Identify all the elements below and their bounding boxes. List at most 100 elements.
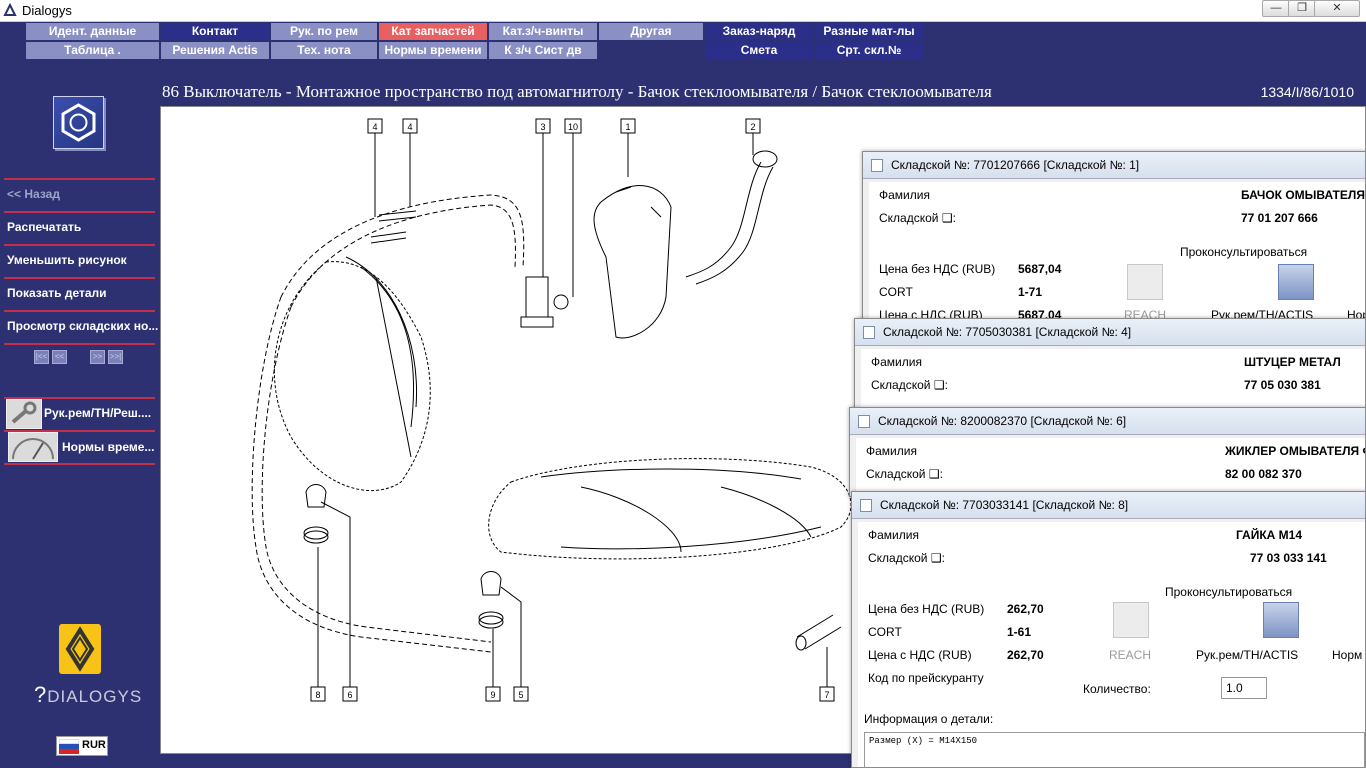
clock-icon: [8, 432, 58, 462]
menu-estimate[interactable]: Смета: [705, 42, 813, 59]
app-icon: [3, 3, 17, 16]
dialogys-logo: ?DIALOGYS: [34, 682, 143, 707]
menu-ident-data[interactable]: Идент. данные: [26, 23, 159, 40]
menu-other[interactable]: Другая: [599, 23, 703, 40]
part-dialog-3[interactable]: Складской №: 8200082370 [Складской №: 6]…: [849, 407, 1366, 497]
cort-value: 1-61: [1007, 625, 1032, 639]
wrench-icon[interactable]: [1263, 602, 1299, 638]
reference-code: 1334/I/86/1010: [1260, 84, 1354, 100]
quantity-input[interactable]: 1.0: [1221, 677, 1267, 699]
menu-parts-catalog[interactable]: Кат запчастей: [379, 23, 487, 40]
show-details-button[interactable]: Показать детали: [7, 286, 107, 300]
callout-4a[interactable]: 4: [372, 122, 377, 132]
family-label: Фамилия: [868, 528, 919, 542]
zoom-out-button[interactable]: Уменьшить рисунок: [7, 253, 127, 267]
info-label: Информация о детали:: [864, 712, 994, 726]
menu-repair-manual[interactable]: Рук. по рем: [271, 23, 377, 40]
callout-3[interactable]: 3: [540, 122, 545, 132]
family-label: Фамилия: [871, 355, 922, 369]
minimize-button[interactable]: —: [1262, 0, 1290, 17]
stock-value: 77 05 030 381: [1244, 378, 1321, 392]
menu-engine-parts[interactable]: К з/ч Сист дв: [489, 42, 597, 59]
stock-label: Складской ❑:: [871, 378, 948, 392]
cort-label: CORT: [868, 625, 902, 639]
callout-7[interactable]: 7: [824, 690, 829, 700]
maximize-button[interactable]: ❐: [1288, 0, 1316, 17]
last-page-button[interactable]: >>|: [108, 350, 123, 364]
java-cup-icon: [860, 499, 872, 512]
price-code-label: Код по прейскуранту: [868, 671, 984, 685]
part-dialog-4[interactable]: Складской №: 7703033141 [Складской №: 8]…: [851, 491, 1366, 768]
dialogys-wordmark: DIALOGYS: [47, 687, 143, 706]
wrench-icon: [6, 399, 42, 429]
close-button[interactable]: ✕: [1314, 0, 1360, 17]
stock-label: Складской ❑:: [868, 551, 945, 565]
reach-icon[interactable]: [1127, 264, 1163, 300]
wrench-icon[interactable]: [1278, 264, 1314, 300]
shortcut-time-norms[interactable]: Нормы време...: [62, 440, 154, 454]
dialog-title: Складской №: 7701207666 [Складской №: 1]: [891, 158, 1140, 172]
shortcut-repair-manual[interactable]: Рук.рем/ТН/Реш....: [44, 406, 151, 420]
stock-label: Складской ❑:: [866, 467, 943, 481]
menu-table[interactable]: Таблица .: [26, 42, 159, 59]
consult-label: Проконсультироваться: [1165, 585, 1293, 599]
renault-logo: [59, 624, 101, 674]
dialog-title: Складской №: 8200082370 [Складской №: 6]: [878, 414, 1127, 428]
part-dialog-1[interactable]: Складской №: 7701207666 [Складской №: 1]…: [862, 151, 1366, 321]
family-value: ШТУЦЕР МЕТАЛ: [1244, 355, 1341, 369]
callout-5[interactable]: 5: [518, 690, 523, 700]
reach-label: REACH: [1109, 648, 1152, 662]
stock-value: 77 01 207 666: [1241, 211, 1318, 225]
callout-10[interactable]: 10: [568, 122, 578, 132]
price-vat-value: 262,70: [1007, 648, 1044, 662]
prev-page-button[interactable]: <<: [52, 350, 67, 364]
price-no-vat-value: 262,70: [1007, 602, 1044, 616]
manual-label: Рук.рем/ТН/ACTIS: [1196, 648, 1299, 662]
title-bar: Dialogys — ❐ ✕: [0, 0, 1366, 22]
callout-8[interactable]: 8: [315, 690, 320, 700]
currency-label: RUR: [82, 739, 106, 751]
print-button[interactable]: Распечатать: [7, 220, 81, 234]
first-page-button[interactable]: |<<: [34, 350, 49, 364]
menu-sort-stock[interactable]: Срт. скл.№: [815, 42, 923, 59]
stock-label: Складской ❑:: [879, 211, 956, 225]
menu-work-order[interactable]: Заказ-наряд: [705, 23, 813, 40]
currency-selector[interactable]: RUR: [56, 736, 108, 756]
hex-logo-icon: [53, 96, 104, 149]
callout-4b[interactable]: 4: [407, 122, 412, 132]
family-value: ЖИКЛЕР ОМЫВАТЕЛЯ Ф: [1225, 444, 1366, 458]
reach-icon[interactable]: [1113, 602, 1149, 638]
family-label: Фамилия: [866, 444, 917, 458]
menu-parts-screws[interactable]: Кат.з/ч-винты: [489, 23, 597, 40]
quantity-label: Количество:: [1083, 682, 1151, 696]
next-page-button[interactable]: >>: [90, 350, 105, 364]
price-no-vat-value: 5687,04: [1018, 262, 1062, 276]
stock-value: 77 03 033 141: [1250, 551, 1327, 565]
price-vat-label: Цена с НДС (RUB): [868, 648, 972, 662]
price-no-vat-label: Цена без НДС (RUB): [868, 602, 985, 616]
dialog-title: Складской №: 7703033141 [Складской №: 8]: [880, 498, 1129, 512]
menu-misc-materials[interactable]: Разные мат-лы: [815, 23, 923, 40]
callout-1[interactable]: 1: [625, 122, 630, 132]
menu-time-norms[interactable]: Нормы времени: [379, 42, 487, 59]
info-textarea[interactable]: Размер (X) = M14X150: [864, 732, 1365, 767]
russian-flag-icon: [59, 739, 79, 754]
menu-actis-solutions[interactable]: Решения Actis: [161, 42, 269, 59]
family-value: ГАЙКА М14: [1236, 528, 1303, 542]
norms-label: Норм: [1332, 648, 1363, 662]
view-stock-numbers-button[interactable]: Просмотр складских но...: [7, 319, 158, 333]
cort-label: CORT: [879, 285, 913, 299]
stock-value: 82 00 082 370: [1225, 467, 1302, 481]
window-title: Dialogys: [22, 3, 72, 18]
dialog-title: Складской №: 7705030381 [Складской №: 4]: [883, 325, 1132, 339]
java-cup-icon: [863, 326, 875, 339]
page-title: 86 Выключатель - Монтажное пространство …: [162, 82, 992, 101]
back-link[interactable]: << Назад: [7, 187, 60, 201]
menu-tech-note[interactable]: Тех. нота: [271, 42, 377, 59]
part-dialog-2[interactable]: Складской №: 7705030381 [Складской №: 4]…: [854, 318, 1366, 413]
callout-6[interactable]: 6: [347, 690, 352, 700]
menu-contact[interactable]: Контакт: [161, 23, 269, 40]
callout-9[interactable]: 9: [490, 690, 495, 700]
java-cup-icon: [871, 159, 883, 172]
callout-2[interactable]: 2: [750, 122, 755, 132]
